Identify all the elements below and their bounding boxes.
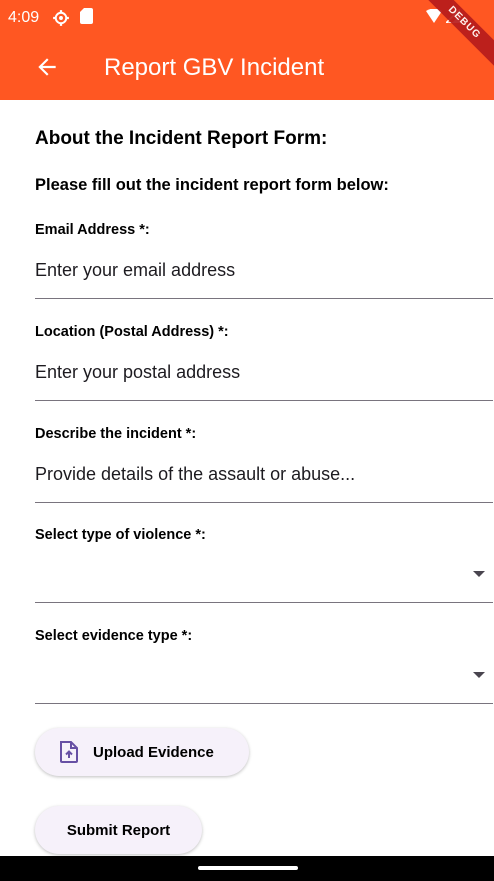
- dropdown-arrow-icon: [473, 672, 485, 678]
- about-title: About the Incident Report Form:: [35, 128, 328, 149]
- sd-card-icon: [80, 8, 93, 24]
- submit-report-label: Submit Report: [66, 821, 171, 839]
- submit-report-button[interactable]: Submit Report: [35, 806, 202, 854]
- description-field[interactable]: [35, 447, 493, 503]
- email-field[interactable]: [35, 243, 493, 299]
- home-gesture-handle[interactable]: [198, 866, 298, 870]
- violence-type-dropdown[interactable]: [35, 547, 493, 603]
- evidence-type-dropdown[interactable]: [35, 648, 493, 704]
- upload-evidence-label: Upload Evidence: [93, 743, 214, 761]
- dropdown-arrow-icon: [473, 571, 485, 577]
- upload-file-icon: [60, 741, 78, 763]
- settings-icon: [53, 10, 69, 26]
- location-field[interactable]: [35, 345, 493, 401]
- location-label: Location (Postal Address) *:: [35, 324, 229, 340]
- form-instructions: Please fill out the incident report form…: [35, 176, 389, 194]
- page-title: Report GBV Incident: [104, 54, 325, 81]
- evidence-type-label: Select evidence type *:: [35, 628, 193, 644]
- status-time: 4:09: [8, 9, 40, 26]
- arrow-back-icon[interactable]: [34, 54, 60, 80]
- system-nav-bar: [0, 856, 494, 881]
- description-label: Describe the incident *:: [35, 426, 197, 442]
- app-bar: 4:09 DEBUG Report GBV Incident: [0, 0, 494, 100]
- email-label: Email Address *:: [35, 222, 150, 238]
- status-bar: 4:09: [0, 0, 494, 34]
- upload-evidence-button[interactable]: Upload Evidence: [35, 728, 249, 776]
- violence-type-label: Select type of violence *:: [35, 527, 206, 543]
